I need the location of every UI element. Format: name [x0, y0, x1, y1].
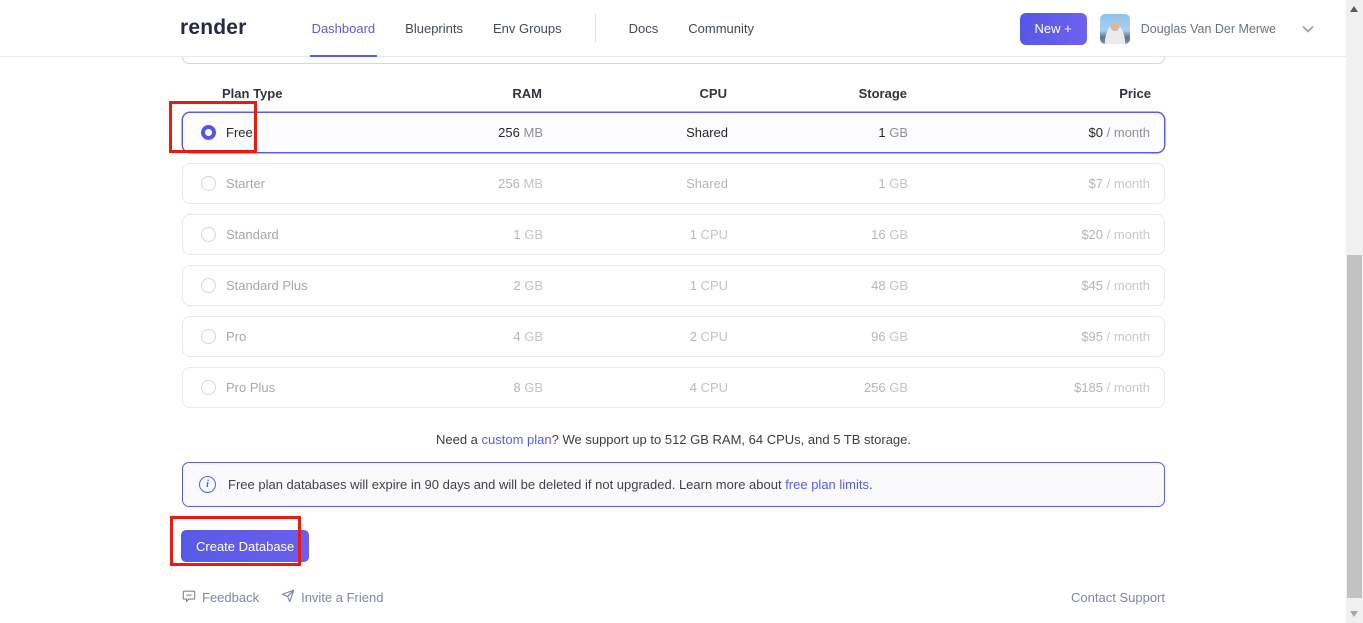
plan-ram: 2 GB	[383, 278, 543, 293]
column-header-cpu: CPU	[542, 86, 727, 101]
custom-plan-note-suffix: ? We support up to 512 GB RAM, 64 CPUs, …	[552, 432, 911, 447]
plan-row-starter[interactable]: Starter 256 MB Shared 1 GB $7 / month	[182, 163, 1165, 204]
scrollbar-down-arrow[interactable]	[1350, 611, 1358, 617]
plan-cpu: Shared	[543, 176, 728, 191]
create-database-button[interactable]: Create Database	[181, 530, 309, 562]
plan-row-standard[interactable]: Standard 1 GB 1 CPU 16 GB $20 / month	[182, 214, 1165, 255]
plan-name: Pro Plus	[226, 380, 275, 395]
user-name[interactable]: Douglas Van Der Merwe	[1141, 22, 1276, 36]
column-header-price: Price	[907, 86, 1151, 101]
plan-name: Standard	[226, 227, 279, 242]
plan-radio[interactable]	[201, 278, 216, 293]
paper-plane-icon	[281, 589, 295, 606]
plan-price: $45 / month	[908, 278, 1150, 293]
plan-name: Free	[226, 125, 253, 140]
feedback-icon	[182, 589, 196, 606]
plan-radio[interactable]	[201, 227, 216, 242]
plan-ram: 1 GB	[383, 227, 543, 242]
plan-price: $7 / month	[908, 176, 1150, 191]
info-icon: i	[199, 476, 216, 493]
plan-radio[interactable]	[201, 329, 216, 344]
plan-ram: 256 MB	[383, 176, 543, 191]
column-header-storage: Storage	[727, 86, 907, 101]
info-banner-period: .	[869, 477, 873, 492]
invite-friend-button[interactable]: Invite a Friend	[281, 589, 383, 606]
top-navbar: render Dashboard Blueprints Env Groups D…	[0, 0, 1346, 57]
plan-price: $0 / month	[908, 125, 1150, 140]
custom-plan-link[interactable]: custom plan	[482, 432, 552, 447]
plan-cpu: 1 CPU	[543, 278, 728, 293]
user-avatar[interactable]	[1100, 14, 1130, 44]
free-plan-info-banner: i Free plan databases will expire in 90 …	[182, 462, 1165, 507]
plan-storage: 256 GB	[728, 380, 908, 395]
plan-name: Pro	[226, 329, 246, 344]
plan-cpu: Shared	[543, 125, 728, 140]
nav-links: Dashboard Blueprints Env Groups Docs Com…	[297, 0, 769, 56]
plan-ram: 256 MB	[383, 125, 543, 140]
plan-rows: Free 256 MB Shared 1 GB $0 / month Start…	[182, 112, 1165, 408]
contact-support-link[interactable]: Contact Support	[1071, 590, 1165, 605]
nav-tab-community[interactable]: Community	[673, 0, 769, 56]
nav-tab-blueprints[interactable]: Blueprints	[390, 0, 478, 56]
plan-radio[interactable]	[201, 380, 216, 395]
plan-cpu: 1 CPU	[543, 227, 728, 242]
custom-plan-note-prefix: Need a	[436, 432, 482, 447]
plan-row-pro[interactable]: Pro 4 GB 2 CPU 96 GB $95 / month	[182, 316, 1165, 357]
scrollbar-up-arrow[interactable]	[1350, 6, 1358, 12]
plan-price: $185 / month	[908, 380, 1150, 395]
plan-storage: 1 GB	[728, 125, 908, 140]
scrollbar-thumb[interactable]	[1347, 255, 1362, 598]
feedback-label: Feedback	[202, 590, 259, 605]
render-logo[interactable]: render	[180, 16, 247, 40]
plan-ram: 8 GB	[383, 380, 543, 395]
nav-tab-docs[interactable]: Docs	[614, 0, 674, 56]
column-header-ram: RAM	[382, 86, 542, 101]
chevron-down-icon[interactable]	[1302, 25, 1314, 33]
plan-row-pro-plus[interactable]: Pro Plus 8 GB 4 CPU 256 GB $185 / month	[182, 367, 1165, 408]
plan-table-header: Plan Type RAM CPU Storage Price	[182, 85, 1165, 102]
page-footer: Feedback Invite a Friend Contact Support	[182, 589, 1165, 606]
plan-storage: 16 GB	[728, 227, 908, 242]
main-content: Plan Type RAM CPU Storage Price Free 256…	[182, 57, 1165, 606]
plan-storage: 1 GB	[728, 176, 908, 191]
plan-ram: 4 GB	[383, 329, 543, 344]
plan-row-standard-plus[interactable]: Standard Plus 2 GB 1 CPU 48 GB $45 / mon…	[182, 265, 1165, 306]
feedback-button[interactable]: Feedback	[182, 589, 259, 606]
plan-radio[interactable]	[201, 125, 216, 140]
plan-storage: 96 GB	[728, 329, 908, 344]
plan-cpu: 2 CPU	[543, 329, 728, 344]
plan-radio[interactable]	[201, 176, 216, 191]
custom-plan-note: Need a custom plan? We support up to 512…	[182, 432, 1165, 447]
plan-cpu: 4 CPU	[543, 380, 728, 395]
nav-divider	[595, 14, 596, 42]
vertical-scrollbar[interactable]	[1346, 0, 1363, 623]
plan-row-free[interactable]: Free 256 MB Shared 1 GB $0 / month	[182, 112, 1165, 153]
info-banner-text: Free plan databases will expire in 90 da…	[228, 477, 873, 492]
plan-price: $95 / month	[908, 329, 1150, 344]
info-banner-message: Free plan databases will expire in 90 da…	[228, 477, 785, 492]
invite-friend-label: Invite a Friend	[301, 590, 383, 605]
nav-tab-env-groups[interactable]: Env Groups	[478, 0, 577, 56]
page: render Dashboard Blueprints Env Groups D…	[0, 0, 1363, 623]
navbar-right: New + Douglas Van Der Merwe	[1020, 0, 1314, 57]
plan-price: $20 / month	[908, 227, 1150, 242]
nav-tab-dashboard[interactable]: Dashboard	[297, 0, 391, 56]
free-plan-limits-link[interactable]: free plan limits	[785, 477, 869, 492]
column-header-plan-type: Plan Type	[200, 86, 382, 101]
plan-storage: 48 GB	[728, 278, 908, 293]
new-button[interactable]: New +	[1020, 13, 1087, 45]
plan-name: Standard Plus	[226, 278, 308, 293]
plan-name: Starter	[226, 176, 265, 191]
cutoff-field-bottom	[182, 57, 1165, 64]
